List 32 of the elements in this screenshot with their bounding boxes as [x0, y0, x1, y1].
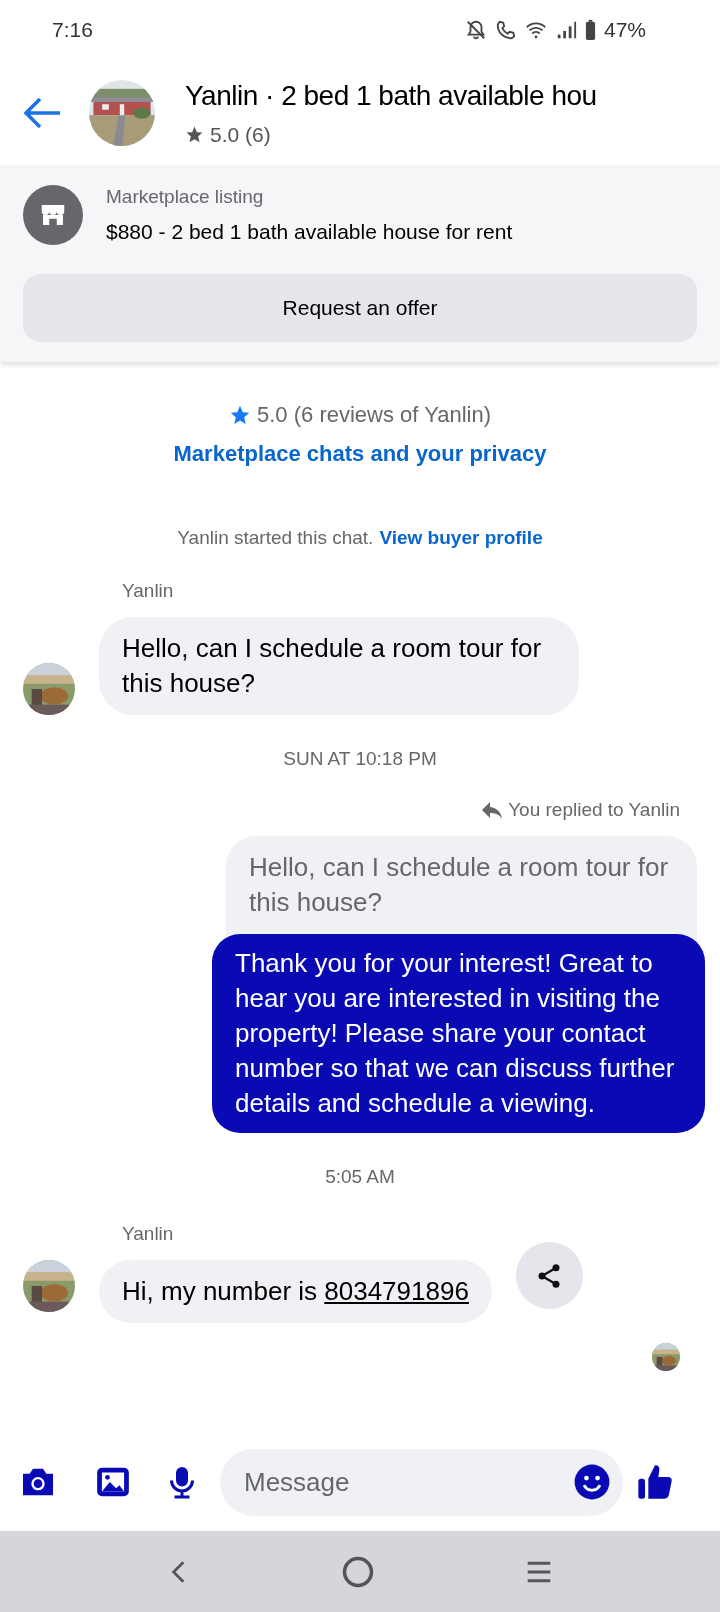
sender-name: Yanlin: [122, 1221, 175, 1246]
message-bubble: Hi, my number is 8034791896: [99, 1260, 492, 1323]
mute-icon: [464, 19, 487, 41]
chat-title: Yanlin · 2 bed 1 bath available hou: [185, 78, 597, 113]
status-time: 7:16: [52, 17, 93, 44]
emoji-icon[interactable]: [573, 1462, 611, 1501]
reply-note: You replied to Yanlin: [508, 797, 680, 822]
timestamp: SUN AT 10:18 PM: [283, 747, 437, 771]
sender-name: Yanlin: [122, 578, 175, 603]
request-offer-button[interactable]: Request an offer: [23, 274, 697, 342]
star-icon: [185, 125, 204, 144]
listing-title: $880 - 2 bed 1 bath available house for rent: [106, 218, 513, 245]
message-bubble: Thank you for your interest! Great to hear you are interested in visiting the property! Please share your contact number so that we can discuss further details and schedule a viewing.: [212, 934, 705, 1133]
reviews-summary: 5.0 (6 reviews of Yanlin): [257, 401, 491, 429]
listing-label: Marketplace listing: [106, 185, 265, 209]
battery-level: 47%: [603, 17, 646, 44]
store-icon: [23, 185, 83, 245]
buyer-profile-link[interactable]: View buyer profile: [379, 524, 543, 553]
battery-icon: [584, 19, 596, 41]
message-field[interactable]: Message: [220, 1448, 623, 1516]
phone-link[interactable]: 8034791896: [324, 1276, 469, 1306]
seller-rating: 5.0 (6): [210, 121, 271, 148]
home-icon: [341, 1554, 375, 1589]
like-icon: [635, 1462, 675, 1502]
chat-started-notice: Yanlin started this chat.: [177, 526, 374, 550]
home-button[interactable]: [341, 1554, 375, 1589]
back-arrow-icon: [22, 96, 62, 129]
like-button[interactable]: [635, 1462, 675, 1502]
message-bubble: Hello, can I schedule a room tour for this house?: [99, 617, 579, 715]
privacy-link[interactable]: Marketplace chats and your privacy: [173, 437, 547, 470]
timestamp: 5:05 AM: [325, 1165, 395, 1189]
call-icon: [494, 19, 517, 41]
